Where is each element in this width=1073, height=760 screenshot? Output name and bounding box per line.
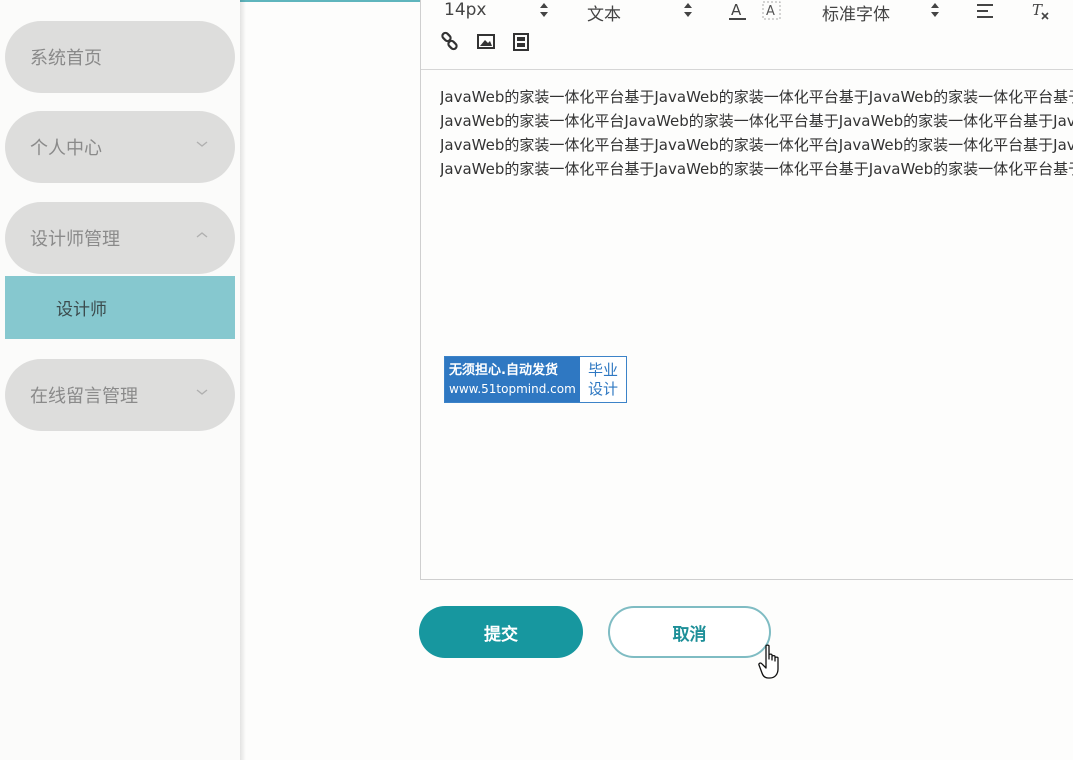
sidebar: 系统首页 个人中心 设计师管理 设计师 在线留言管理 xyxy=(0,0,240,760)
content-line: JavaWeb的家装一体化平台基于JavaWeb的家装一体化平台JavaWeb的… xyxy=(440,136,1073,154)
select-arrows-icon xyxy=(931,3,939,17)
cancel-button[interactable]: 取消 xyxy=(608,606,771,658)
editor-content[interactable]: JavaWeb的家装一体化平台基于JavaWeb的家装一体化平台基于JavaWe… xyxy=(440,85,1073,181)
sidebar-item-label: 设计师管理 xyxy=(30,229,120,250)
sidebar-item-home[interactable]: 系统首页 xyxy=(5,21,235,93)
sidebar-item-label: 在线留言管理 xyxy=(30,386,138,407)
watermark-right-line1: 毕业 xyxy=(587,360,618,379)
font-color-icon[interactable]: A xyxy=(727,0,749,22)
sidebar-item-label: 个人中心 xyxy=(30,138,102,159)
video-icon[interactable] xyxy=(510,31,532,53)
align-icon[interactable] xyxy=(975,0,997,22)
content-line: JavaWeb的家装一体化平台基于JavaWeb的家装一体化平台基于JavaWe… xyxy=(440,88,1073,106)
paragraph-select[interactable]: 文本 xyxy=(587,0,621,25)
chevron-down-icon xyxy=(196,389,208,395)
sidebar-item-designer-management[interactable]: 设计师管理 xyxy=(5,202,235,274)
content-line: JavaWeb的家装一体化平台JavaWeb的家装一体化平台基于JavaWeb的… xyxy=(440,112,1073,130)
background-color-icon[interactable]: A xyxy=(761,0,783,22)
sidebar-subitem-label: 设计师 xyxy=(56,300,107,320)
clear-format-icon[interactable]: T xyxy=(1029,0,1051,22)
sidebar-subitem-designer[interactable]: 设计师 xyxy=(5,276,235,339)
content-line: JavaWeb的家装一体化平台基于JavaWeb的家装一体化平台基于JavaWe… xyxy=(440,160,1073,178)
watermark-right: 毕业 设计 xyxy=(580,357,626,402)
font-family-select[interactable]: 标准字体 xyxy=(822,0,890,25)
link-icon[interactable] xyxy=(439,31,461,53)
submit-button[interactable]: 提交 xyxy=(419,606,583,658)
select-arrows-icon xyxy=(684,3,692,17)
watermark-badge: 无须担心.自动发货 www.51topmind.com 毕业 设计 xyxy=(444,356,627,403)
chevron-up-icon xyxy=(196,232,208,238)
select-arrows-icon xyxy=(540,3,548,17)
watermark-line1: 无须担心.自动发货 xyxy=(449,362,558,378)
image-icon[interactable] xyxy=(475,31,497,53)
svg-text:A: A xyxy=(766,4,775,19)
sidebar-item-label: 系统首页 xyxy=(30,48,102,69)
editor-toolbar: 14px 文本 A A 标准字体 T xyxy=(421,0,1073,70)
font-size-select[interactable]: 14px xyxy=(444,0,486,20)
chevron-down-icon xyxy=(196,141,208,147)
sidebar-item-message-management[interactable]: 在线留言管理 xyxy=(5,359,235,431)
watermark-right-line2: 设计 xyxy=(587,379,618,398)
svg-text:T: T xyxy=(1032,1,1043,19)
svg-text:A: A xyxy=(731,1,742,19)
rich-text-editor[interactable]: 14px 文本 A A 标准字体 T JavaWeb的家装一体化平台基于Java… xyxy=(420,0,1073,580)
watermark-line2: www.51topmind.com xyxy=(449,381,576,396)
sidebar-shadow xyxy=(240,0,246,760)
watermark-left: 无须担心.自动发货 www.51topmind.com xyxy=(445,357,580,402)
sidebar-item-personal-center[interactable]: 个人中心 xyxy=(5,111,235,183)
hand-pointer-cursor-icon xyxy=(758,644,779,679)
